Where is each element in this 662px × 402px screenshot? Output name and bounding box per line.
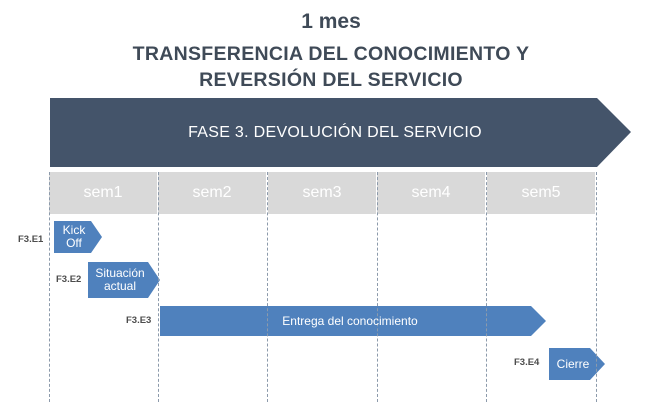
task-label-f3-e2: Situación actual — [88, 262, 152, 298]
task-label-f3-e1: Kick Off — [54, 221, 94, 253]
week-header-3: sem3 — [268, 172, 376, 214]
task-label-line: actual — [103, 279, 137, 293]
task-code-f3-e4: F3.E4 — [514, 357, 540, 368]
grid-line — [49, 172, 50, 402]
task-code-f3-e1: F3.E1 — [18, 234, 44, 245]
grid-line — [377, 172, 378, 402]
grid-line — [267, 172, 268, 402]
week-header-1: sem1 — [49, 172, 157, 214]
grid-line — [158, 172, 159, 402]
task-label-line: Off — [66, 236, 82, 250]
task-label-f3-e4: Cierre — [556, 356, 590, 371]
week-header-4: sem4 — [377, 172, 485, 214]
task-label-f3-e3: Entrega del conocimiento — [282, 313, 418, 328]
week-header-5: sem5 — [487, 172, 595, 214]
phase-label: FASE 3. DEVOLUCIÓN DEL SERVICIO — [188, 123, 482, 141]
task-code-f3-e2: F3.E2 — [56, 274, 82, 285]
week-header-2: sem2 — [158, 172, 266, 214]
grid-line — [486, 172, 487, 402]
task-code-f3-e3: F3.E3 — [126, 315, 152, 326]
